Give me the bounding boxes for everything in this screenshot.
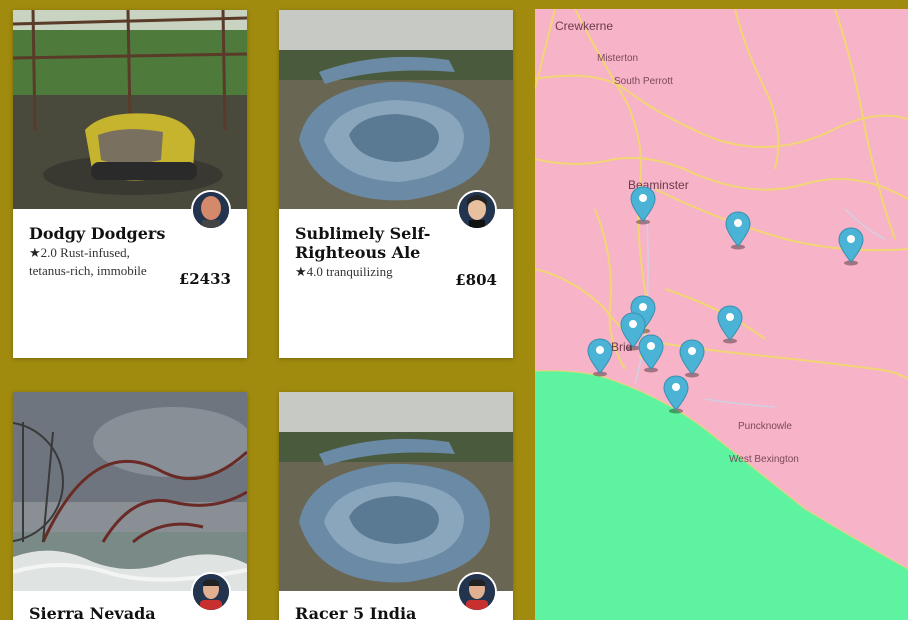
map-marker-icon[interactable]: [586, 337, 614, 377]
map-marker-icon[interactable]: [637, 333, 665, 373]
listing-photo[interactable]: [279, 392, 513, 591]
listing-description: tranquilizing: [326, 264, 393, 279]
listing-meta: ★2.0 Rust-infused, tetanus-rich, immobil…: [29, 244, 164, 280]
listing-card[interactable]: Dodgy Dodgers ★2.0 Rust-infused, tetanus…: [13, 10, 247, 358]
map-marker-icon[interactable]: [629, 185, 657, 225]
listing-title[interactable]: Sublimely Self-Righteous Ale: [295, 224, 435, 262]
bald-man-avatar-image: [193, 192, 229, 228]
map-label-puncknowle: Puncknowle: [738, 421, 792, 432]
star-icon: ★: [29, 245, 41, 260]
listing-price: £804: [455, 271, 497, 289]
listing-card[interactable]: Sierra Nevada: [13, 392, 247, 620]
listing-photo[interactable]: [279, 10, 513, 209]
map-marker-icon[interactable]: [724, 210, 752, 250]
abandoned-waterslide-photo: [279, 10, 513, 209]
map-label-crewkerne: Crewkerne: [555, 19, 614, 33]
map-label-misterton: Misterton: [597, 53, 639, 64]
listing-card[interactable]: Racer 5 India: [279, 392, 513, 620]
listing-photo[interactable]: [13, 392, 247, 591]
map-marker-icon[interactable]: [662, 374, 690, 414]
map-label-south-perrott: South Perrott: [614, 76, 673, 87]
star-icon: ★: [295, 264, 307, 279]
listing-photo[interactable]: [13, 10, 247, 209]
rating-value: 4.0: [306, 264, 323, 279]
map-marker-icon[interactable]: [716, 304, 744, 344]
listing-meta: ★4.0 tranquilizing: [295, 263, 430, 281]
woman-avatar-image: [459, 192, 495, 228]
abandoned-bumper-car-photo: [13, 10, 247, 209]
flooded-rollercoaster-photo: [13, 392, 247, 591]
map-label-west-bexington: West Bexington: [729, 454, 799, 465]
listing-title[interactable]: Sierra Nevada: [29, 604, 169, 620]
listing-title[interactable]: Dodgy Dodgers: [29, 224, 169, 243]
map-marker-icon[interactable]: [678, 338, 706, 378]
abandoned-waterslide-photo: [279, 392, 513, 591]
listing-price: £2433: [178, 270, 231, 288]
rating-value: 2.0: [40, 245, 57, 260]
listing-card[interactable]: Sublimely Self-Righteous Ale ★4.0 tranqu…: [279, 10, 513, 358]
listing-title[interactable]: Racer 5 India: [295, 604, 435, 620]
map-marker-icon[interactable]: [837, 226, 865, 266]
